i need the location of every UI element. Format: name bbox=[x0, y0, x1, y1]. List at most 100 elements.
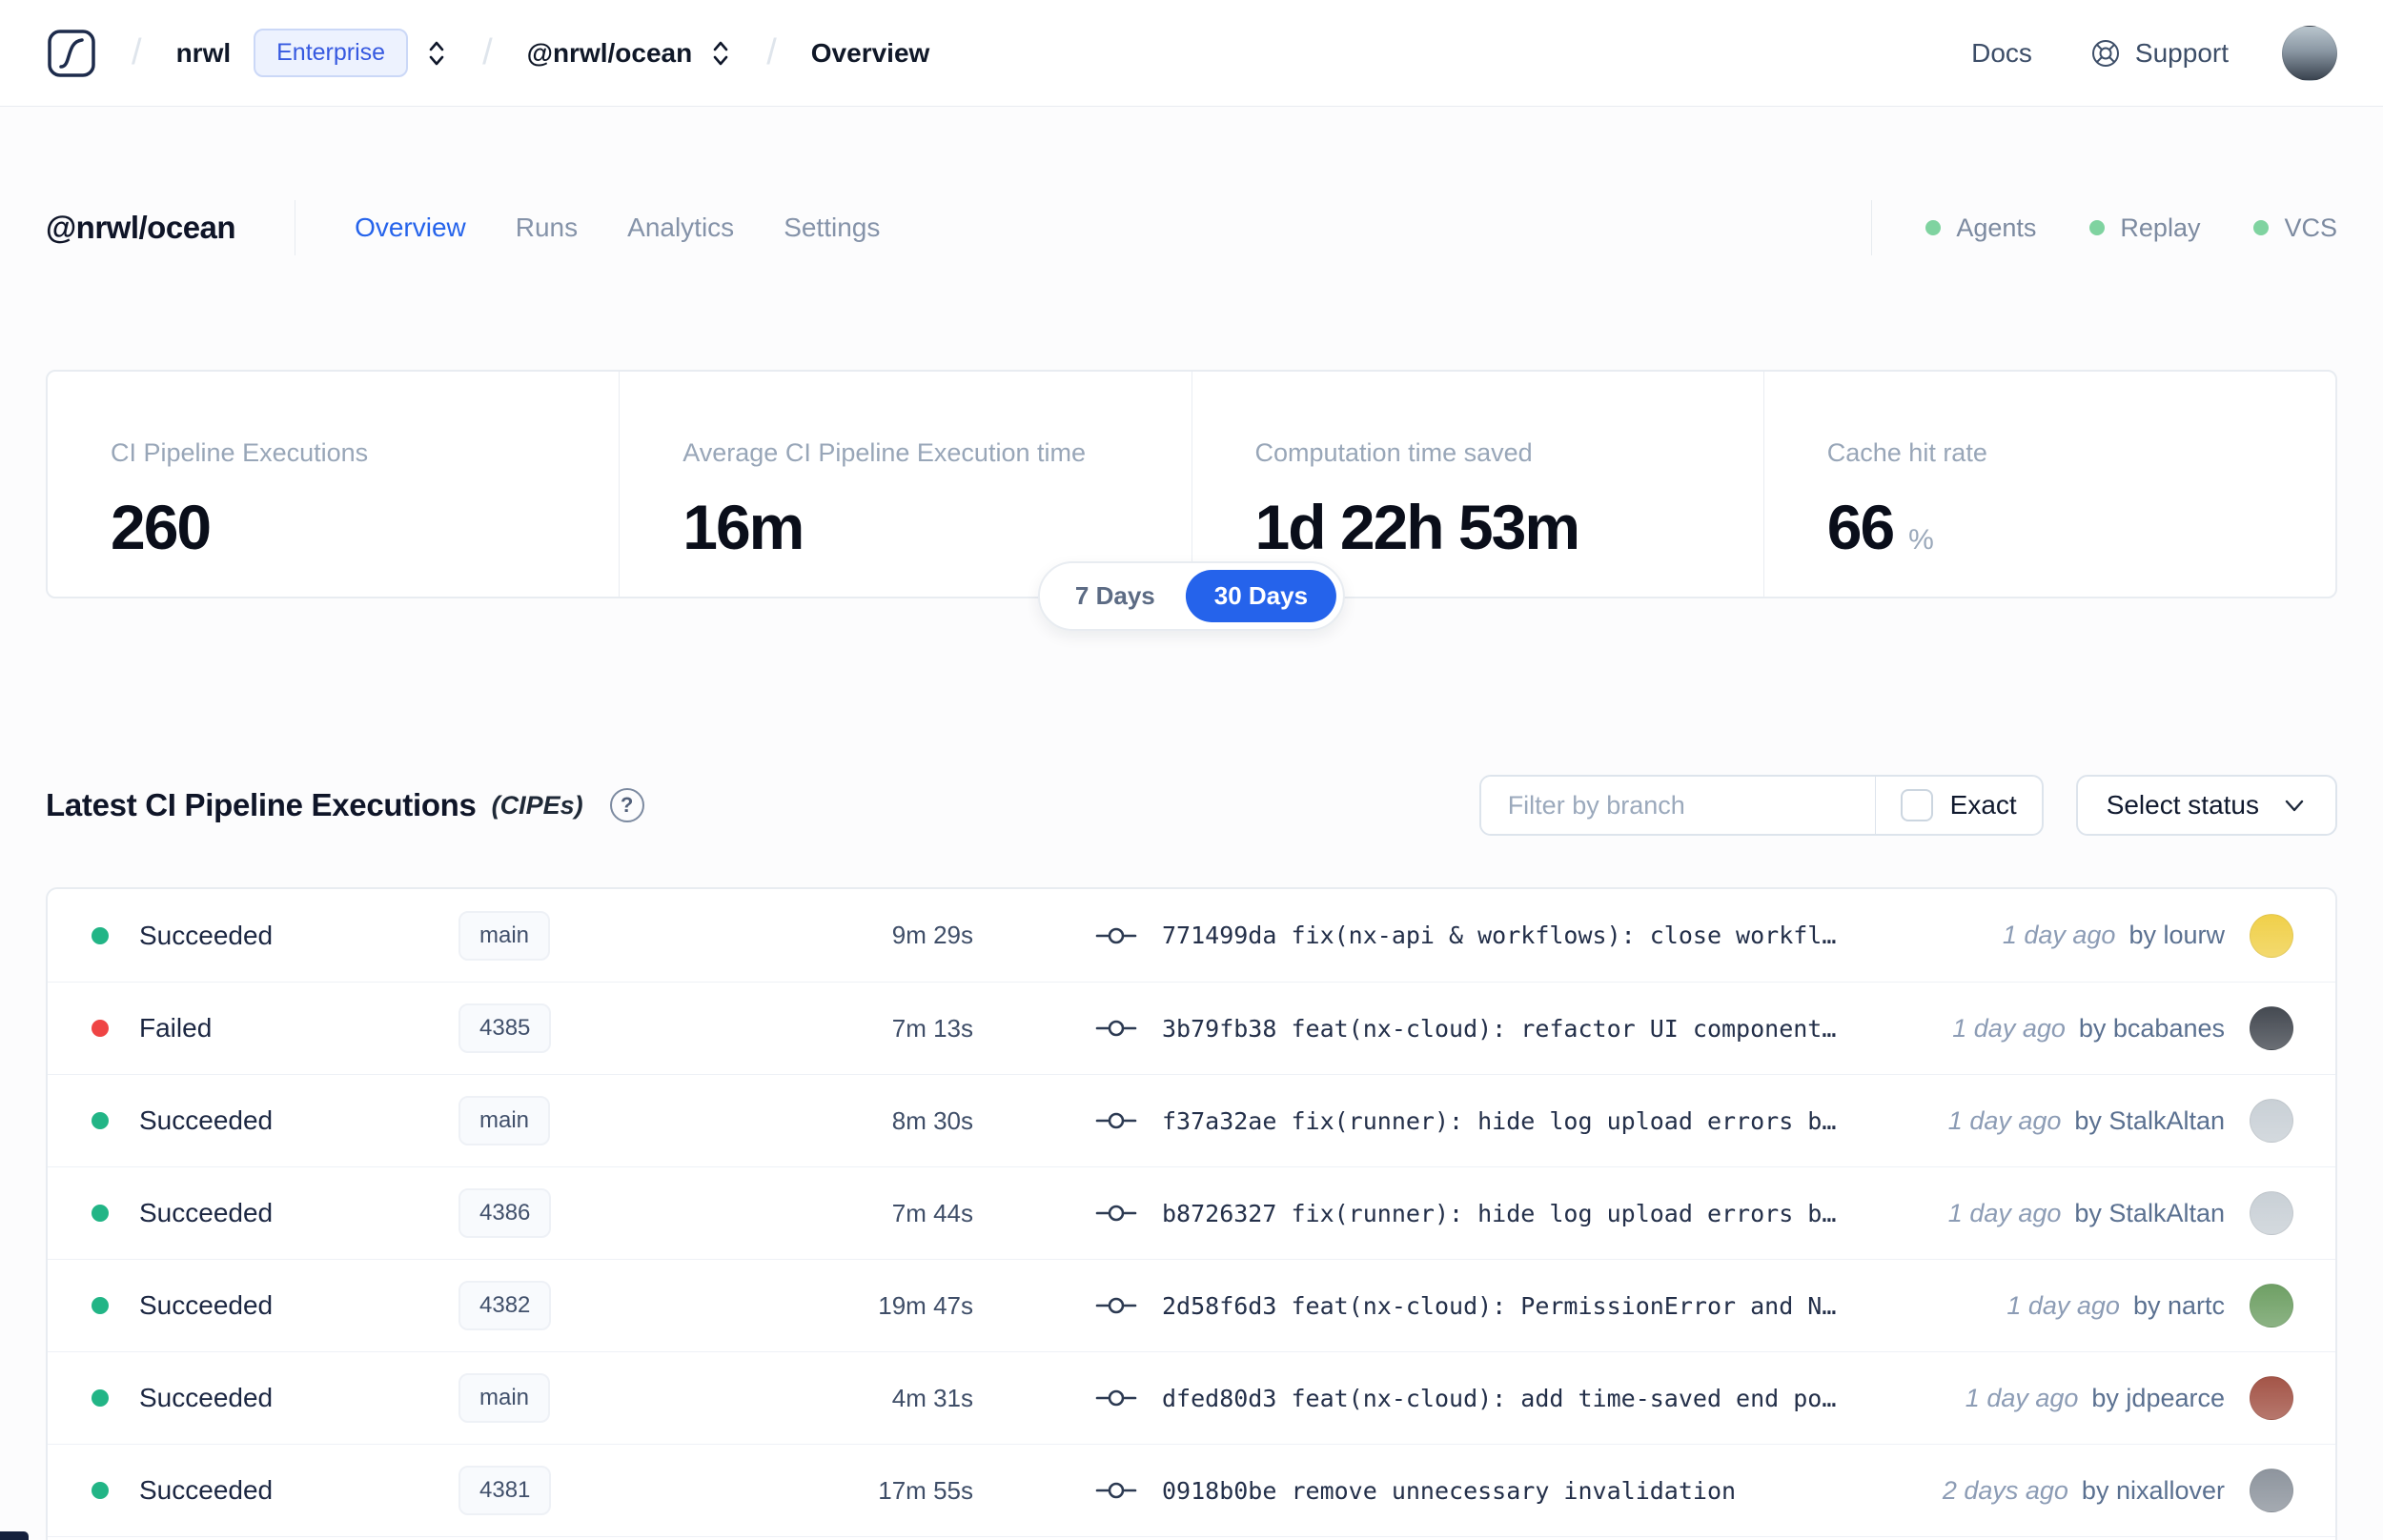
attribution-cell: 1 day ago by nartc bbox=[2006, 1284, 2293, 1327]
status-select-label: Select status bbox=[2106, 790, 2259, 820]
attribution-cell: 1 day ago by jdpearce bbox=[1965, 1376, 2293, 1420]
author-avatar bbox=[2250, 913, 2293, 958]
stat-value: 16m bbox=[682, 492, 805, 562]
stat-label: CI Pipeline Executions bbox=[111, 438, 369, 467]
branch-filter-input[interactable] bbox=[1480, 777, 1875, 834]
time-ago-label: 1 day ago bbox=[1947, 1105, 2062, 1135]
commit-text: f37a32ae fix(runner): hide log upload er… bbox=[1162, 1106, 1837, 1135]
breadcrumb-separator: / bbox=[482, 32, 493, 72]
branch-cell: 4386 bbox=[458, 1188, 773, 1238]
status-dot-icon bbox=[2253, 220, 2270, 235]
commit-cell: 3b79fb38 feat(nx-cloud): refactor UI com… bbox=[1095, 1015, 1836, 1043]
duration-label: 17m 55s bbox=[878, 1475, 973, 1505]
status-cell: Succeeded bbox=[92, 1383, 458, 1413]
stat-card: Cache hit rate 66% bbox=[1762, 372, 2335, 597]
status-dot-icon bbox=[92, 1112, 109, 1129]
commit-cell: f37a32ae fix(runner): hide log upload er… bbox=[1095, 1107, 1836, 1135]
breadcrumb-page: Overview bbox=[810, 37, 930, 68]
author-avatar bbox=[2250, 1006, 2293, 1050]
stat-suffix: % bbox=[1908, 524, 1934, 556]
org-switcher-chevrons-icon[interactable] bbox=[425, 39, 448, 68]
status-label: Failed bbox=[139, 1013, 213, 1043]
support-label: Support bbox=[2134, 37, 2229, 68]
commit-cell: dfed80d3 feat(nx-cloud): add time-saved … bbox=[1095, 1385, 1836, 1412]
branch-badge: 4381 bbox=[458, 1466, 552, 1515]
commit-icon bbox=[1095, 1205, 1137, 1222]
table-row[interactable]: Succeeded main 4m 31s dfed80d3 feat(nx-clou… bbox=[48, 1351, 2335, 1444]
feature-agents: Agents bbox=[1925, 213, 2036, 243]
table-row[interactable]: Failed 4385 7m 13s 3b79fb38 feat(nx-cloud):… bbox=[48, 982, 2335, 1074]
table-row[interactable]: Succeeded main 9m 29s 771499da fix(nx-api &… bbox=[48, 889, 2335, 982]
stat-value: 1d 22h 53m bbox=[1254, 492, 1581, 562]
help-icon[interactable]: ? bbox=[609, 788, 644, 822]
table-row[interactable]: Succeeded 4382 19m 47s 2d58f6d3 feat(nx-clo… bbox=[48, 1259, 2335, 1351]
time-ago-label: 1 day ago bbox=[2002, 921, 2116, 949]
breadcrumb-separator: / bbox=[766, 32, 777, 72]
attribution-cell: 2 days ago by nixallover bbox=[1943, 1469, 2293, 1512]
workspace-title: @nrwl/ocean bbox=[46, 210, 236, 245]
status-select-button[interactable]: Select status bbox=[2075, 775, 2337, 836]
commit-text: 3b79fb38 feat(nx-cloud): refactor UI com… bbox=[1162, 1014, 1837, 1043]
workspace-header: @nrwl/ocean Overview Runs Analytics Setting… bbox=[46, 198, 2337, 257]
breadcrumb-org[interactable]: nrwl bbox=[176, 38, 232, 69]
branch-cell: 4385 bbox=[458, 1003, 773, 1053]
feature-badges: Agents Replay VCS bbox=[1871, 200, 2337, 255]
status-dot-icon bbox=[1925, 220, 1942, 235]
breadcrumb-workspace[interactable]: @nrwl/ocean bbox=[527, 38, 693, 69]
commit-cell: 771499da fix(nx-api & workflows): close … bbox=[1095, 922, 1836, 949]
breadcrumb-separator: / bbox=[132, 32, 142, 72]
stat-label: Cache hit rate bbox=[1826, 438, 1987, 467]
branch-cell: main bbox=[458, 910, 773, 961]
table-row[interactable]: Succeeded main 8m 30s f37a32ae fix(runner):… bbox=[48, 1074, 2335, 1166]
tab-overview[interactable]: Overview bbox=[355, 213, 466, 243]
attribution-cell: 1 day ago by StalkAltan bbox=[1948, 1191, 2293, 1235]
stat-value: 66% bbox=[1826, 492, 1934, 562]
chat-widget-partial[interactable] bbox=[0, 1531, 29, 1540]
chevron-down-icon bbox=[2285, 800, 2304, 812]
exact-toggle[interactable]: Exact bbox=[1876, 777, 2042, 834]
app-logo-icon[interactable] bbox=[46, 28, 97, 79]
commit-text: b8726327 fix(runner): hide log upload er… bbox=[1162, 1199, 1837, 1227]
author-avatar bbox=[2250, 1469, 2293, 1512]
range-option-30-days[interactable]: 30 Days bbox=[1185, 570, 1337, 622]
table-row[interactable]: Succeeded 4381 17m 55s 0918b0be remove unne… bbox=[48, 1444, 2335, 1536]
commit-icon bbox=[1095, 1112, 1137, 1129]
user-avatar[interactable] bbox=[2282, 25, 2337, 81]
tab-runs[interactable]: Runs bbox=[516, 213, 578, 243]
docs-link[interactable]: Docs bbox=[1971, 38, 2032, 69]
status-dot-icon bbox=[92, 926, 109, 944]
tab-analytics[interactable]: Analytics bbox=[627, 213, 734, 243]
stat-label: Average CI Pipeline Execution time bbox=[682, 438, 1086, 467]
attribution-cell: 1 day ago by bcabanes bbox=[1952, 1006, 2293, 1050]
attribution-cell: 1 day ago by lourw bbox=[2002, 913, 2293, 958]
commit-cell: 2d58f6d3 feat(nx-cloud): PermissionError… bbox=[1095, 1292, 1836, 1320]
commit-text: 2d58f6d3 feat(nx-cloud): PermissionError… bbox=[1162, 1291, 1837, 1320]
range-option-7-days[interactable]: 7 Days bbox=[1047, 570, 1184, 622]
table-row[interactable]: Succeeded 4386 7m 44s b8726327 fix(runner):… bbox=[48, 1166, 2335, 1259]
status-dot-icon bbox=[92, 1020, 109, 1037]
support-link[interactable]: Support bbox=[2089, 37, 2229, 70]
executions-title-suffix: (CIPEs) bbox=[491, 790, 583, 820]
plan-badge: Enterprise bbox=[254, 29, 409, 77]
stat-value: 260 bbox=[111, 492, 212, 562]
status-dot-icon bbox=[92, 1205, 109, 1222]
commit-cell: 0918b0be remove unnecessary invalidation bbox=[1095, 1477, 1736, 1505]
time-ago-label: 2 days ago bbox=[1942, 1475, 2068, 1505]
workspace-switcher-chevrons-icon[interactable] bbox=[709, 39, 732, 68]
range-toggle: 7 Days 30 Days bbox=[1037, 561, 1346, 631]
tab-settings[interactable]: Settings bbox=[784, 213, 880, 243]
commit-icon bbox=[1095, 1020, 1137, 1037]
exact-checkbox[interactable] bbox=[1900, 789, 1933, 821]
feature-label: VCS bbox=[2284, 213, 2337, 242]
status-cell: Succeeded bbox=[92, 1290, 458, 1321]
status-label: Succeeded bbox=[139, 920, 274, 950]
branch-badge: 4386 bbox=[458, 1188, 552, 1238]
status-cell: Succeeded bbox=[92, 1105, 458, 1136]
time-ago-label: 1 day ago bbox=[2006, 1290, 2120, 1320]
author-label: by StalkAltan bbox=[2074, 1105, 2225, 1135]
status-label: Succeeded bbox=[139, 1290, 274, 1320]
author-label: by lourw bbox=[2128, 921, 2225, 949]
status-label: Succeeded bbox=[139, 1198, 274, 1227]
status-cell: Failed bbox=[92, 1013, 458, 1044]
commit-icon bbox=[1095, 1389, 1137, 1407]
